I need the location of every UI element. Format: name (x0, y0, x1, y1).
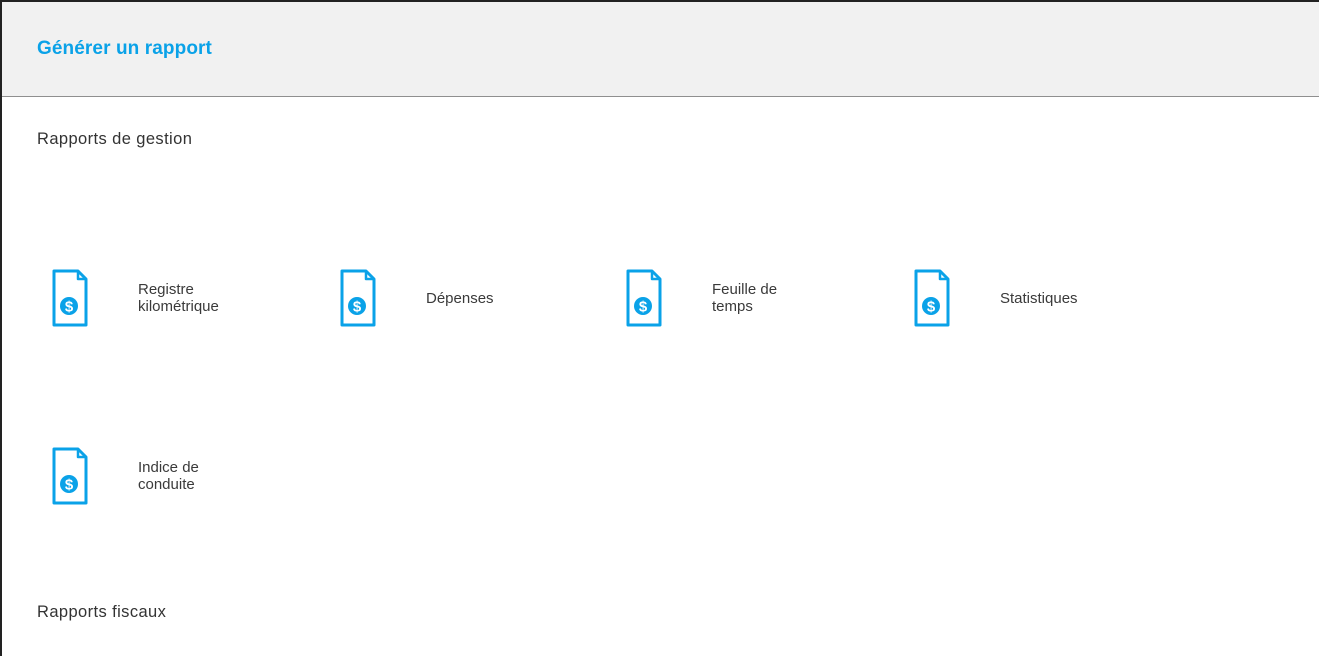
dollar-document-icon: $ (340, 269, 376, 327)
section-title-management: Rapports de gestion (37, 130, 193, 148)
report-item-label: Dépenses (426, 289, 494, 307)
report-item-expenses[interactable]: $ Dépenses (340, 258, 600, 338)
report-item-label: Registre kilométrique (138, 281, 219, 315)
dollar-document-icon: $ (914, 269, 950, 327)
page-title[interactable]: Générer un rapport (37, 38, 212, 60)
panel-header: Générer un rapport (2, 2, 1319, 97)
report-item-label: Feuille de temps (712, 281, 778, 315)
svg-text:$: $ (639, 299, 648, 316)
dollar-document-icon: $ (52, 269, 88, 327)
dollar-document-icon: $ (626, 269, 662, 327)
svg-text:$: $ (927, 299, 936, 316)
report-item-statistics[interactable]: $ Statistiques (914, 258, 1174, 338)
report-item-driving-index[interactable]: $ Indice de conduite (52, 436, 312, 516)
dollar-document-icon: $ (52, 447, 88, 505)
svg-text:$: $ (353, 299, 362, 316)
report-item-label: Statistiques (1000, 289, 1078, 307)
section-title-fiscal: Rapports fiscaux (37, 603, 167, 621)
report-item-label: Indice de conduite (138, 459, 199, 493)
report-item-mileage-log[interactable]: $ Registre kilométrique (52, 258, 312, 338)
svg-text:$: $ (65, 477, 74, 494)
report-item-timesheet[interactable]: $ Feuille de temps (626, 258, 886, 338)
svg-text:$: $ (65, 299, 74, 316)
report-generator-panel: Générer un rapport Rapports de gestion $… (0, 0, 1319, 656)
